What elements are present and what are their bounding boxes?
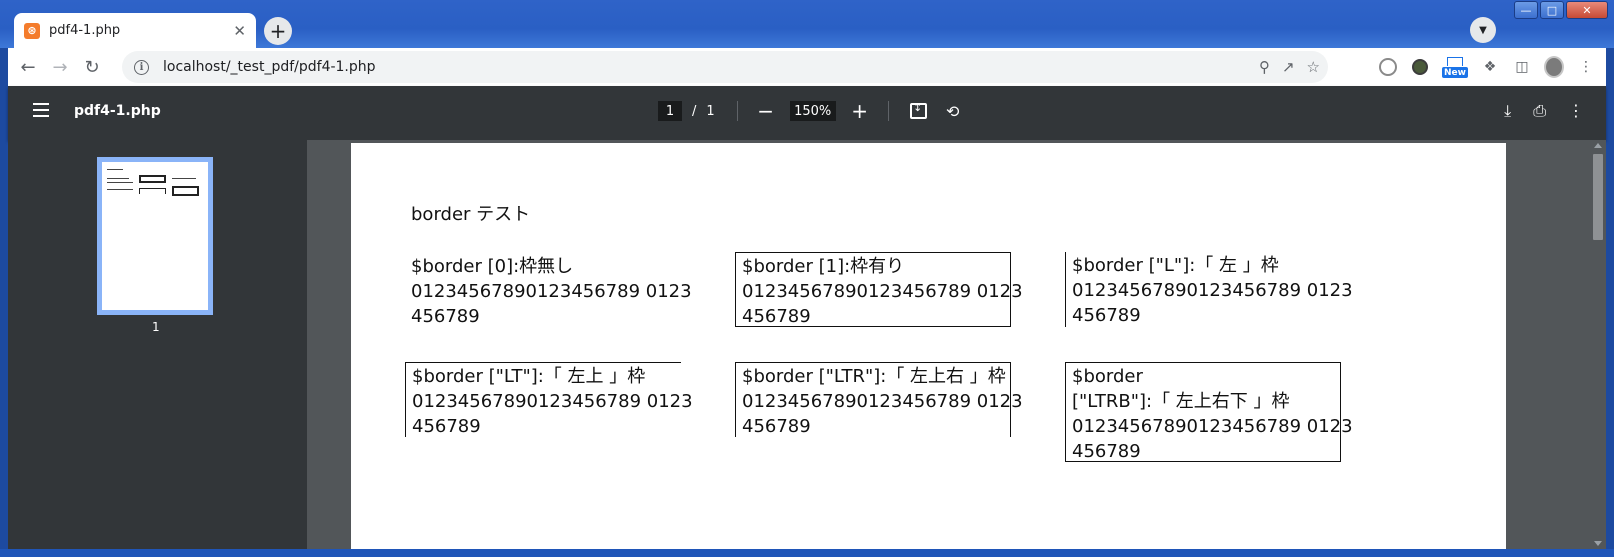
- thumb-title-line: [107, 169, 123, 170]
- vertical-scrollbar[interactable]: [1590, 140, 1606, 549]
- cell-border-1: $border [1]:枠有り 01234567890123456789 012…: [735, 252, 1023, 327]
- pdf-viewer: border テスト $border [0]:枠無し 0123456789012…: [307, 140, 1606, 549]
- reload-icon[interactable]: ↻: [76, 51, 108, 83]
- cell-border-ltrb: $border ["LTRB"]:「 左上右下 」枠 0123456789012…: [1065, 362, 1353, 462]
- cell-line: 456789: [1072, 441, 1141, 462]
- new-badge: New: [1442, 67, 1468, 78]
- browser-toolbar: ← → ↻ i localhost/_test_pdf/pdf4-1.php ⚲…: [8, 48, 1606, 86]
- cell-line: ["LTRB"]:「 左上右下 」枠: [1072, 391, 1290, 412]
- window-titlebar: — □ ✕ ⊛ pdf4-1.php ✕ + ▼: [0, 0, 1614, 48]
- toolbar-divider: [736, 101, 738, 121]
- cell-border-l: $border ["L"]:「 左 」枠 0123456789012345678…: [1065, 252, 1353, 327]
- cell-line: 01234567890123456789 0123: [411, 281, 692, 302]
- cell-line: $border ["LTR"]:「 左上右 」枠: [742, 366, 1006, 387]
- browser-tab[interactable]: ⊛ pdf4-1.php ✕: [14, 13, 256, 48]
- cell-line: 456789: [1072, 305, 1141, 326]
- cell-line: 456789: [412, 416, 481, 437]
- pdf-toolbar: pdf4-1.php 1 / 1 − 150% + ⟲ ⤓ ⎙ ⋮: [8, 86, 1606, 140]
- cell-line: 01234567890123456789 0123: [412, 391, 693, 412]
- extension-green-icon[interactable]: [1410, 57, 1430, 77]
- extensions-area: New ❖ ◫ ⋮: [1378, 51, 1596, 83]
- hamburger-menu-icon[interactable]: [33, 103, 49, 117]
- new-tab-button[interactable]: +: [264, 17, 292, 45]
- thumb-text-line: [107, 189, 133, 190]
- total-pages: 1: [706, 103, 715, 119]
- cell-border-lt: $border ["LT"]:「 左上 」枠 01234567890123456…: [405, 362, 693, 437]
- document-title: border テスト: [411, 204, 531, 225]
- extension-new-icon[interactable]: New: [1442, 56, 1468, 78]
- bookmark-star-icon[interactable]: ☆: [1307, 58, 1320, 76]
- pdf-title: pdf4-1.php: [74, 103, 161, 119]
- page-thumbnail[interactable]: [97, 157, 213, 315]
- cell-border-ltr: $border ["LTR"]:「 左上右 」枠 012345678901234…: [735, 362, 1023, 437]
- fit-to-page-icon[interactable]: [909, 101, 929, 121]
- thumb-text-line: [172, 178, 196, 179]
- extension-circle-icon[interactable]: [1378, 57, 1398, 77]
- cell-line: 456789: [411, 306, 480, 327]
- xampp-favicon-icon: ⊛: [24, 22, 40, 39]
- browser-menu-icon[interactable]: ⋮: [1576, 57, 1596, 77]
- cell-line: $border [0]:枠無し: [411, 256, 574, 277]
- zoom-level-input[interactable]: 150%: [789, 101, 836, 121]
- profile-avatar[interactable]: [1544, 56, 1564, 78]
- back-arrow-icon[interactable]: ←: [12, 51, 44, 83]
- thumb-box: [139, 175, 166, 183]
- thumb-text-line: [107, 178, 129, 179]
- forward-arrow-icon[interactable]: →: [44, 51, 76, 83]
- cell-border-0: $border [0]:枠無し 01234567890123456789 012…: [405, 254, 692, 327]
- tab-close-icon[interactable]: ✕: [233, 22, 246, 40]
- cell-line: 01234567890123456789 0123: [1072, 416, 1353, 437]
- thumb-box: [139, 188, 166, 194]
- side-panel-icon[interactable]: ◫: [1512, 57, 1532, 77]
- minimize-button[interactable]: —: [1514, 1, 1538, 19]
- pdf-page: border テスト $border [0]:枠無し 0123456789012…: [351, 143, 1506, 549]
- cell-line: 456789: [742, 416, 811, 437]
- site-info-icon[interactable]: i: [134, 59, 149, 75]
- scroll-down-icon[interactable]: [1594, 541, 1602, 546]
- cell-line: $border ["LT"]:「 左上 」枠: [412, 366, 646, 387]
- print-icon[interactable]: ⎙: [1533, 101, 1546, 121]
- page-controls: 1 / 1 − 150% + ⟲: [658, 99, 963, 123]
- thumbnail-sidebar: 1: [8, 140, 307, 549]
- extensions-puzzle-icon[interactable]: ❖: [1480, 57, 1500, 77]
- rotate-icon[interactable]: ⟲: [943, 101, 963, 121]
- share-icon[interactable]: ↗: [1282, 58, 1295, 76]
- toolbar-divider-2: [887, 101, 889, 121]
- cell-line: $border: [1072, 366, 1143, 387]
- cell-line: 01234567890123456789 0123: [742, 391, 1023, 412]
- cell-line: 456789: [742, 306, 811, 327]
- cell-line: 01234567890123456789 0123: [1072, 280, 1353, 301]
- tab-search-chevron-icon[interactable]: ▼: [1470, 17, 1496, 43]
- download-icon[interactable]: ⤓: [1504, 101, 1511, 121]
- close-window-button[interactable]: ✕: [1566, 1, 1608, 19]
- tab-title: pdf4-1.php: [49, 23, 121, 38]
- window-bottom-edge: [0, 549, 1614, 557]
- scrollbar-thumb[interactable]: [1593, 154, 1603, 240]
- page-number-input[interactable]: 1: [658, 101, 682, 121]
- window-controls: — □ ✕: [1514, 1, 1608, 19]
- omnibox-actions: ⚲ ↗ ☆: [1259, 51, 1320, 83]
- url-text[interactable]: localhost/_test_pdf/pdf4-1.php: [163, 59, 376, 75]
- page-separator: /: [692, 103, 697, 119]
- maximize-button[interactable]: □: [1540, 1, 1564, 19]
- zoom-out-icon[interactable]: −: [756, 99, 776, 123]
- zoom-in-icon[interactable]: +: [850, 99, 870, 123]
- cell-line: 01234567890123456789 0123: [742, 281, 1023, 302]
- zoom-icon[interactable]: ⚲: [1259, 58, 1270, 76]
- thumb-box: [172, 186, 199, 196]
- address-bar[interactable]: i localhost/_test_pdf/pdf4-1.php ⚲ ↗ ☆: [122, 51, 1328, 83]
- cell-line: $border ["L"]:「 左 」枠: [1072, 255, 1279, 276]
- thumbnail-page-number: 1: [152, 320, 160, 334]
- more-options-icon[interactable]: ⋮: [1568, 101, 1584, 121]
- thumb-text-line: [107, 182, 133, 183]
- scroll-up-icon[interactable]: [1594, 143, 1602, 148]
- pdf-right-tools: ⤓ ⎙ ⋮: [1504, 101, 1584, 121]
- cell-line: $border [1]:枠有り: [742, 256, 905, 277]
